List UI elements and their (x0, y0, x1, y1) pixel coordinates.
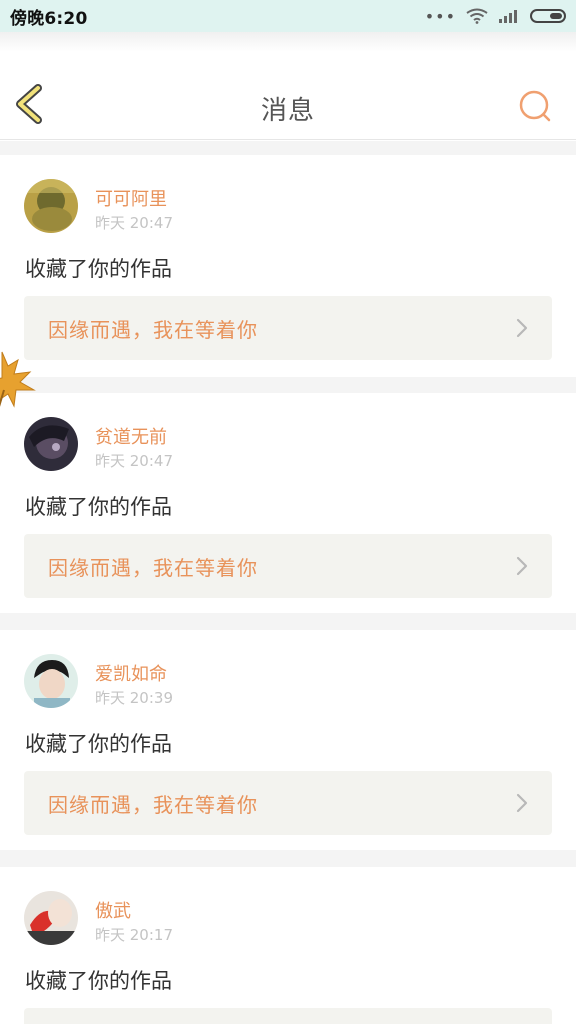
work-link[interactable]: 因缘而遇，我在等着你 (24, 771, 552, 835)
chevron-right-icon (516, 556, 528, 576)
notification-card[interactable]: 傲武 昨天 20:17 收藏了你的作品 (0, 867, 576, 1024)
notification-feed[interactable]: 可可阿里 昨天 20:47 收藏了你的作品 因缘而遇，我在等着你 贫道无前 昨天… (0, 141, 576, 1024)
notification-card[interactable]: 爱凯如命 昨天 20:39 收藏了你的作品 因缘而遇，我在等着你 (0, 630, 576, 850)
more-dots-icon: ••• (424, 6, 456, 26)
username[interactable]: 傲武 (95, 897, 131, 923)
chevron-right-icon (516, 793, 528, 813)
timestamp: 昨天 20:47 (95, 452, 173, 470)
timestamp: 昨天 20:17 (95, 926, 173, 944)
notification-card[interactable]: 贫道无前 昨天 20:47 收藏了你的作品 因缘而遇，我在等着你 (0, 393, 576, 613)
action-text: 收藏了你的作品 (25, 495, 172, 519)
search-icon[interactable] (516, 87, 556, 127)
work-link[interactable] (24, 1008, 552, 1024)
avatar[interactable] (24, 179, 78, 233)
action-text: 收藏了你的作品 (25, 732, 172, 756)
timestamp: 昨天 20:39 (95, 689, 173, 707)
username[interactable]: 爱凯如命 (95, 660, 167, 686)
action-text: 收藏了你的作品 (25, 969, 172, 993)
timestamp: 昨天 20:47 (95, 214, 173, 232)
username[interactable]: 贫道无前 (95, 423, 167, 449)
username[interactable]: 可可阿里 (95, 185, 167, 211)
work-link[interactable]: 因缘而遇，我在等着你 (24, 296, 552, 360)
screen: 傍晚6:20 ••• 消息 可可阿里 昨天 20:47 收藏了你的作品 因缘而遇… (0, 0, 576, 1024)
avatar[interactable] (24, 654, 78, 708)
work-title: 因缘而遇，我在等着你 (48, 317, 258, 342)
work-link[interactable]: 因缘而遇，我在等着你 (24, 534, 552, 598)
maple-leaf-icon (0, 351, 36, 408)
signal-icon (499, 10, 517, 23)
avatar[interactable] (24, 891, 78, 945)
status-icons: ••• (425, 7, 566, 26)
work-title: 因缘而遇，我在等着你 (48, 555, 258, 580)
battery-icon (530, 9, 566, 23)
status-time: 傍晚6:20 (10, 8, 88, 29)
wifi-icon (466, 8, 488, 24)
notification-card[interactable]: 可可阿里 昨天 20:47 收藏了你的作品 因缘而遇，我在等着你 (0, 155, 576, 377)
page-title: 消息 (260, 96, 315, 126)
header-shadow (0, 32, 576, 52)
status-bar: 傍晚6:20 ••• (0, 0, 576, 32)
work-title: 因缘而遇，我在等着你 (48, 792, 258, 817)
header: 消息 (0, 32, 576, 140)
chevron-right-icon (516, 318, 528, 338)
avatar[interactable] (24, 417, 78, 471)
action-text: 收藏了你的作品 (25, 257, 172, 281)
